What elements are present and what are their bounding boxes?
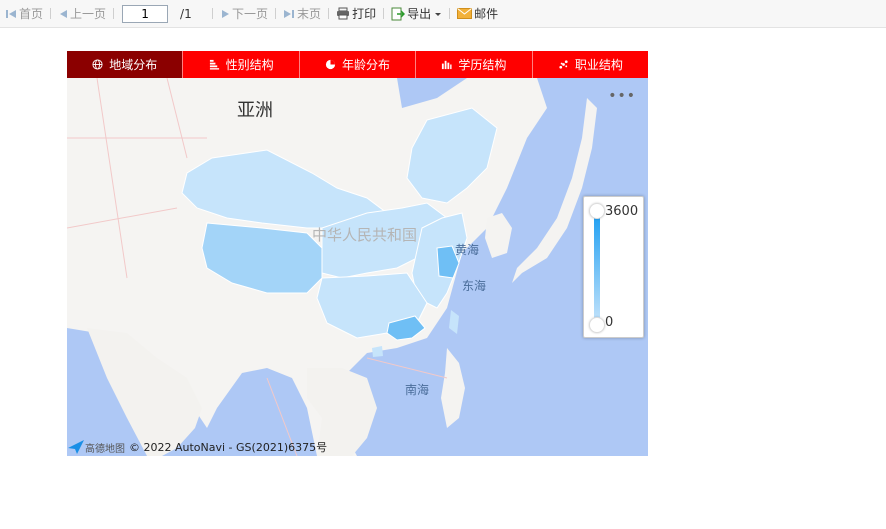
pie-icon [325, 59, 336, 70]
last-page-button[interactable]: 末页 [280, 4, 324, 24]
toolbar-divider [275, 8, 277, 19]
mail-icon [457, 8, 473, 19]
sea-label-east: 东海 [462, 279, 487, 293]
next-page-icon [222, 9, 230, 18]
next-page-label: 下一页 [232, 7, 269, 21]
toolbar-divider [328, 8, 330, 19]
mail-button[interactable]: 邮件 [454, 4, 501, 24]
last-page-icon [284, 9, 295, 18]
sea-label-yellow: 黄海 [455, 243, 480, 257]
more-options-icon[interactable]: ••• [608, 88, 636, 104]
region-map[interactable]: 亚洲 中华人民共和国 黄海 东海 南海 ••• 3600 0 高德地图 © 20… [67, 78, 648, 456]
mail-label: 邮件 [474, 7, 499, 21]
continent-label: 亚洲 [237, 100, 273, 121]
toolbar-divider [449, 8, 451, 19]
toolbar-divider [212, 8, 214, 19]
legend-max-handle[interactable] [589, 203, 605, 219]
legend-gradient-bar [594, 213, 600, 325]
tab-label: 年龄分布 [342, 58, 391, 72]
export-icon [391, 7, 406, 20]
next-page-button[interactable]: 下一页 [217, 4, 271, 24]
report-toolbar: 首页 上一页 /1 下一页 末页 打印 导出 邮件 [0, 0, 886, 28]
amap-logo-icon [68, 440, 84, 454]
last-page-label: 末页 [297, 7, 322, 21]
attribution-text: © 2022 AutoNavi - GS(2021)6375号 [129, 441, 328, 454]
tab-label: 地域分布 [109, 58, 158, 72]
map-attribution: 高德地图 © 2022 AutoNavi - GS(2021)6375号 [67, 438, 327, 456]
visual-map-legend[interactable]: 3600 0 [583, 196, 644, 338]
toolbar-divider [50, 8, 52, 19]
prev-page-button[interactable]: 上一页 [55, 4, 109, 24]
tab-label: 职业结构 [574, 58, 623, 72]
tab-age[interactable]: 年龄分布 [300, 51, 417, 78]
tab-occupation[interactable]: 职业结构 [533, 51, 648, 78]
land-taiwan [449, 310, 459, 334]
page-total: /1 [180, 6, 192, 21]
first-page-label: 首页 [19, 7, 44, 21]
toolbar-divider [113, 8, 115, 19]
country-label: 中华人民共和国 [312, 226, 418, 244]
attribution-brand: 高德地图 [85, 443, 125, 455]
tab-gender[interactable]: 性别结构 [183, 51, 300, 78]
sea-label-south: 南海 [405, 383, 430, 397]
toolbar-divider [383, 8, 385, 19]
land-korea [485, 213, 512, 258]
print-label: 打印 [352, 7, 377, 21]
export-label: 导出 [407, 7, 432, 21]
first-page-icon [6, 9, 16, 18]
legend-max-value: 3600 [605, 204, 639, 219]
tab-label: 性别结构 [225, 58, 274, 72]
export-button[interactable]: 导出 [388, 4, 445, 24]
page-number-input[interactable] [122, 4, 169, 23]
column-chart-icon [442, 60, 452, 70]
tab-education[interactable]: 学历结构 [416, 51, 533, 78]
chart-tab-bar: 地域分布 性别结构 年龄分布 学历结构 职业结构 [67, 51, 648, 78]
printer-icon [337, 7, 350, 20]
globe-icon [92, 59, 103, 70]
legend-min-value: 0 [605, 315, 614, 330]
land-philippines [441, 348, 465, 428]
prev-page-icon [60, 9, 68, 18]
print-button[interactable]: 打印 [333, 4, 379, 24]
map-base-layer [67, 78, 597, 456]
tab-region[interactable]: 地域分布 [67, 51, 184, 78]
caret-down-icon [435, 12, 442, 16]
legend-min-handle[interactable] [589, 317, 605, 333]
bar-list-icon [209, 59, 219, 70]
tab-label: 学历结构 [458, 58, 507, 72]
first-page-button[interactable]: 首页 [2, 4, 46, 24]
scatter-icon [559, 60, 568, 69]
prev-page-label: 上一页 [70, 7, 107, 21]
